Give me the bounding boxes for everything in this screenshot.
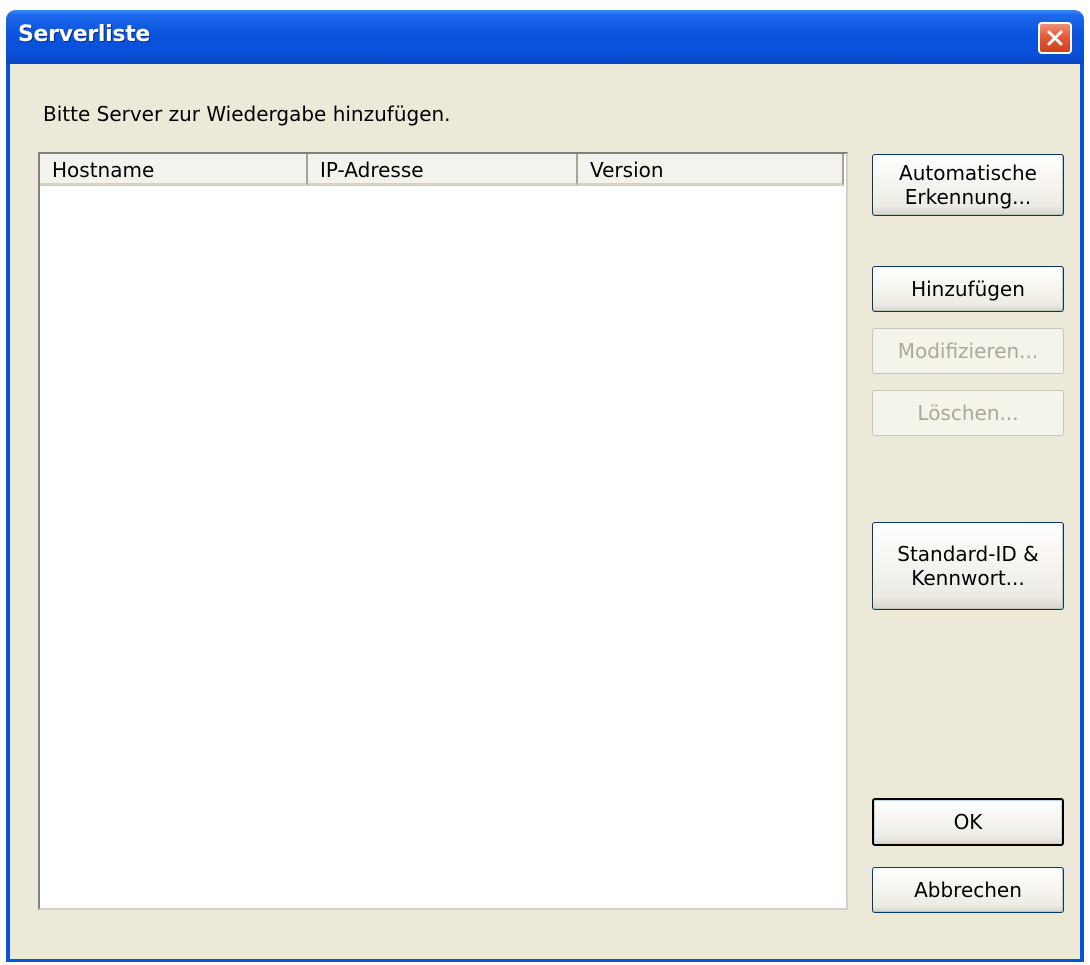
- auto-detect-label-line2: Erkennung...: [904, 185, 1032, 209]
- cancel-button[interactable]: Abbrechen: [872, 867, 1064, 913]
- close-x-icon: [1047, 30, 1063, 46]
- server-list-body[interactable]: [40, 186, 846, 908]
- default-id-label-line1: Standard-ID &: [897, 542, 1039, 566]
- dialog-window: Serverliste Bitte Server zur Wiedergabe …: [6, 10, 1084, 962]
- modify-button[interactable]: Modifizieren...: [872, 328, 1064, 374]
- close-button[interactable]: [1038, 22, 1072, 54]
- list-header: Hostname IP-Adresse Version: [40, 154, 846, 186]
- window-title: Serverliste: [18, 22, 151, 47]
- column-header-hostname[interactable]: Hostname: [40, 154, 308, 186]
- default-id-password-button[interactable]: Standard-ID & Kennwort...: [872, 522, 1064, 610]
- column-header-ip-address[interactable]: IP-Adresse: [308, 154, 578, 186]
- dialog-client-area: Bitte Server zur Wiedergabe hinzufügen. …: [10, 64, 1080, 959]
- auto-detect-label-line1: Automatische: [899, 161, 1037, 185]
- title-bar[interactable]: Serverliste: [6, 10, 1084, 64]
- ok-button[interactable]: OK: [872, 798, 1064, 846]
- auto-detect-button[interactable]: Automatische Erkennung...: [872, 154, 1064, 216]
- instruction-text: Bitte Server zur Wiedergabe hinzufügen.: [43, 102, 451, 126]
- delete-button[interactable]: Löschen...: [872, 390, 1064, 436]
- add-button[interactable]: Hinzufügen: [872, 266, 1064, 312]
- server-list[interactable]: Hostname IP-Adresse Version: [38, 152, 848, 910]
- default-id-label-line2: Kennwort...: [911, 566, 1025, 590]
- column-header-version[interactable]: Version: [578, 154, 844, 186]
